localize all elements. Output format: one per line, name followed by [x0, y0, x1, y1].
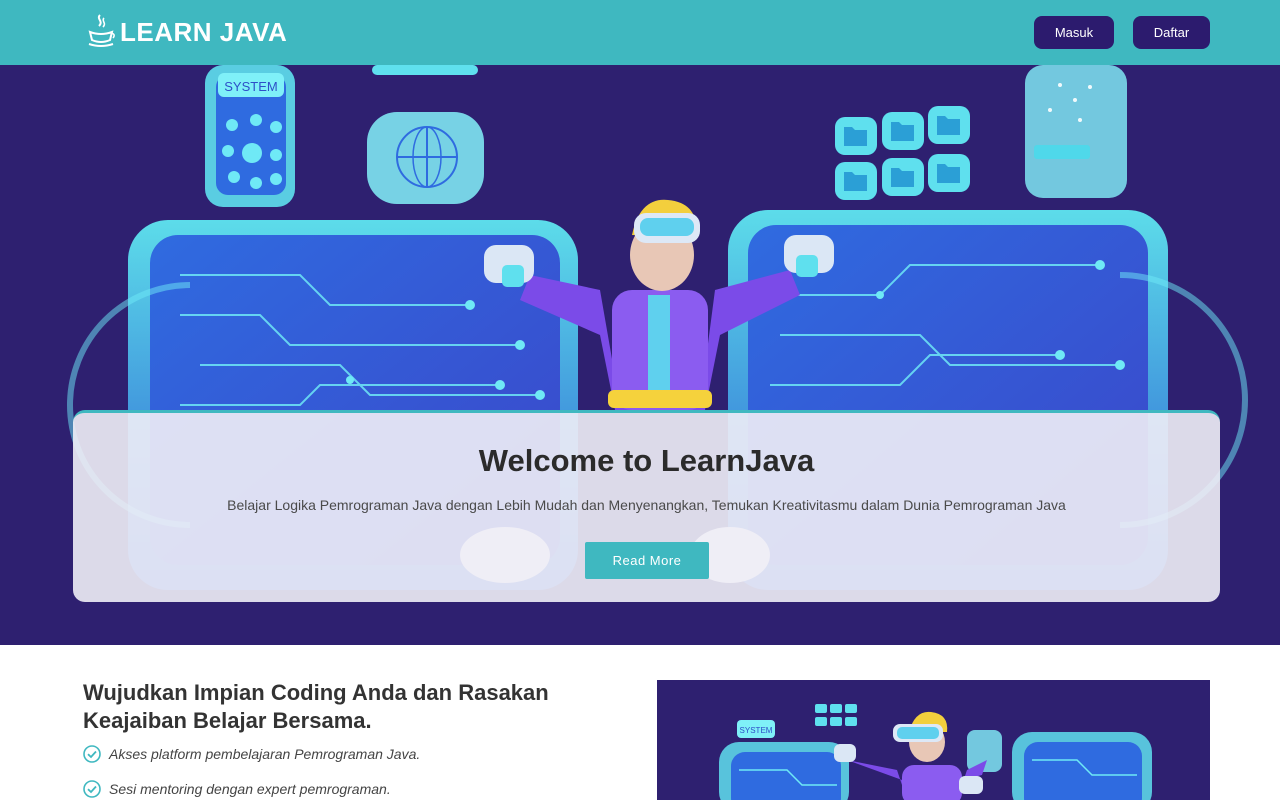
feature-item-text: Sesi mentoring dengan expert pemrograman… [109, 781, 391, 797]
feature-heading: Wujudkan Impian Coding Anda dan Rasakan … [83, 679, 603, 735]
list-item: Akses platform pembelajaran Pemrograman … [83, 744, 603, 764]
hero-subtitle: Belajar Logika Pemrograman Java dengan L… [227, 497, 1066, 513]
feature-item-text: Akses platform pembelajaran Pemrograman … [109, 746, 421, 762]
system-label: SYSTEM [224, 79, 277, 94]
navbar: LEARN JAVA Masuk Daftar [0, 0, 1280, 65]
java-cup-icon [86, 12, 116, 53]
read-more-button[interactable]: Read More [585, 542, 709, 579]
hero-section: SYSTEM Welcome to LearnJava Belajar Logi… [0, 65, 1280, 645]
feature-system-label: SYSTEM [740, 726, 773, 735]
logo[interactable]: LEARN JAVA [86, 12, 287, 52]
check-circle-icon [83, 780, 101, 798]
login-button[interactable]: Masuk [1034, 16, 1114, 49]
feature-illustration: SYSTEM [657, 680, 1210, 800]
feature-list: Akses platform pembelajaran Pemrograman … [83, 744, 603, 800]
feature-heading-line-1: Wujudkan Impian Coding Anda dan Rasakan [83, 680, 549, 705]
hero-title: Welcome to LearnJava [478, 443, 815, 478]
hero-card: Welcome to LearnJava Belajar Logika Pemr… [73, 410, 1220, 602]
check-circle-icon [83, 745, 101, 763]
register-button[interactable]: Daftar [1133, 16, 1210, 49]
list-item: Sesi mentoring dengan expert pemrograman… [83, 779, 603, 799]
feature-heading-line-2: Keajaiban Belajar Bersama. [83, 708, 372, 733]
logo-text: LEARN JAVA [120, 16, 288, 47]
